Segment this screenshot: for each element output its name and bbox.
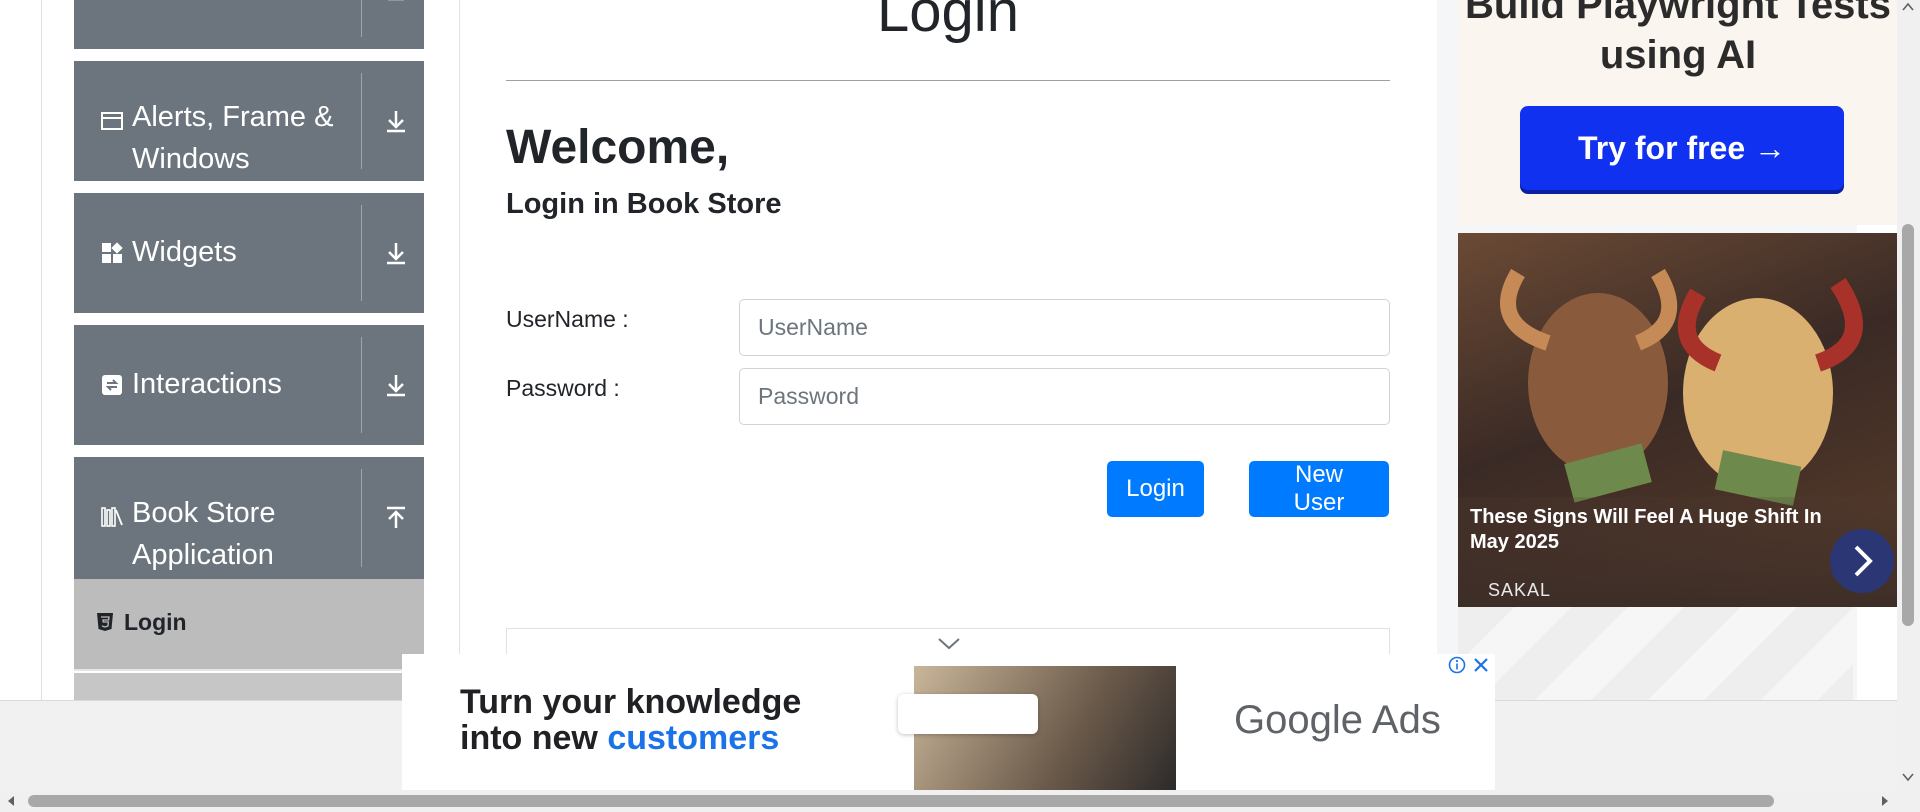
sidebar-divider	[361, 73, 362, 169]
playwright-ad[interactable]: Build Playwright Tests using AI Try for …	[1458, 0, 1898, 225]
content-border	[459, 0, 460, 700]
google-ads-logo: Google Ads	[1234, 698, 1441, 742]
close-icon[interactable]	[1472, 656, 1490, 674]
html5-icon	[97, 613, 113, 631]
welcome-heading: Welcome,	[506, 121, 730, 174]
banner-chart-card	[898, 694, 1038, 734]
ad-background-pattern	[1458, 607, 1853, 700]
next-slide-button[interactable]	[1830, 529, 1894, 593]
scroll-down-arrow-icon[interactable]	[1902, 772, 1914, 782]
sidebar-group-book-store[interactable]: Book Store Application	[74, 457, 424, 579]
sidebar-group-interactions[interactable]: Interactions	[74, 325, 424, 445]
expand-arrow-icon[interactable]	[382, 107, 410, 135]
collapse-arrow-icon[interactable]	[382, 504, 410, 532]
chevron-down-icon[interactable]	[937, 637, 961, 651]
left-border	[41, 0, 42, 700]
scroll-right-arrow-icon[interactable]	[1880, 795, 1890, 807]
sidebar-group-label: Alerts, Frame & Windows	[132, 101, 334, 175]
sidebar-divider	[361, 0, 362, 37]
ad-caption: These Signs Will Feel A Huge Shift In Ma…	[1470, 506, 1822, 553]
sidebar-item-next[interactable]	[74, 673, 424, 703]
expand-arrow-icon[interactable]	[382, 239, 410, 267]
scroll-left-arrow-icon[interactable]	[6, 795, 16, 807]
sidebar-item-label: Login	[124, 609, 187, 635]
new-user-button[interactable]: New User	[1249, 461, 1389, 517]
collapse-arrow-icon[interactable]	[382, 0, 410, 15]
horizontal-scroll-thumb[interactable]	[28, 795, 1774, 807]
sidebar-group-label: Widgets	[132, 236, 237, 268]
sidebar-divider	[361, 469, 362, 567]
widgets-icon	[102, 242, 123, 263]
sponsored-image-ad[interactable]: These Signs Will Feel A Huge Shift In Ma…	[1458, 233, 1898, 607]
browser-window-icon	[101, 112, 123, 130]
expand-arrow-icon[interactable]	[382, 371, 410, 399]
banner-line-2-text: into new	[460, 719, 608, 757]
ad-info-icon[interactable]	[1448, 656, 1466, 674]
sidebar-divider	[361, 337, 362, 433]
sidebar-item-login[interactable]: Login	[74, 579, 424, 671]
sidebar-divider	[361, 205, 362, 301]
banner-accent-text: customers	[607, 719, 780, 757]
username-label: UserName :	[506, 306, 629, 332]
banner-line-2: into new customers	[460, 720, 801, 756]
sidebar-group-alerts[interactable]: Alerts, Frame & Windows	[74, 61, 424, 181]
vertical-scroll-thumb[interactable]	[1902, 224, 1914, 626]
title-divider	[506, 80, 1390, 81]
sidebar-group-label: Interactions	[132, 368, 282, 400]
password-input[interactable]	[739, 368, 1390, 425]
ad-source: SAKAL	[1488, 580, 1552, 600]
books-icon	[101, 507, 123, 527]
google-ads-banner[interactable]: Turn your knowledge into new customers G…	[402, 654, 1495, 790]
banner-headline: Turn your knowledge into new customers	[460, 684, 801, 756]
scroll-up-arrow-icon[interactable]	[1902, 2, 1914, 12]
sidebar-group-label: Book Store Application	[132, 497, 276, 571]
sidebar-group-elements[interactable]	[74, 0, 424, 49]
login-button[interactable]: Login	[1107, 461, 1204, 517]
try-for-free-button[interactable]: Try for free →	[1520, 106, 1844, 190]
chevron-right-icon	[1854, 545, 1873, 577]
password-label: Password :	[506, 375, 620, 401]
banner-line-1: Turn your knowledge	[460, 683, 802, 721]
sidebar-group-widgets[interactable]: Widgets	[74, 193, 424, 313]
ad-headline: Build Playwright Tests using AI	[1465, 0, 1891, 77]
page-title: Login	[877, 0, 1019, 44]
interactions-icon	[102, 375, 122, 395]
username-input[interactable]	[739, 299, 1390, 356]
login-subtitle: Login in Book Store	[506, 188, 782, 220]
